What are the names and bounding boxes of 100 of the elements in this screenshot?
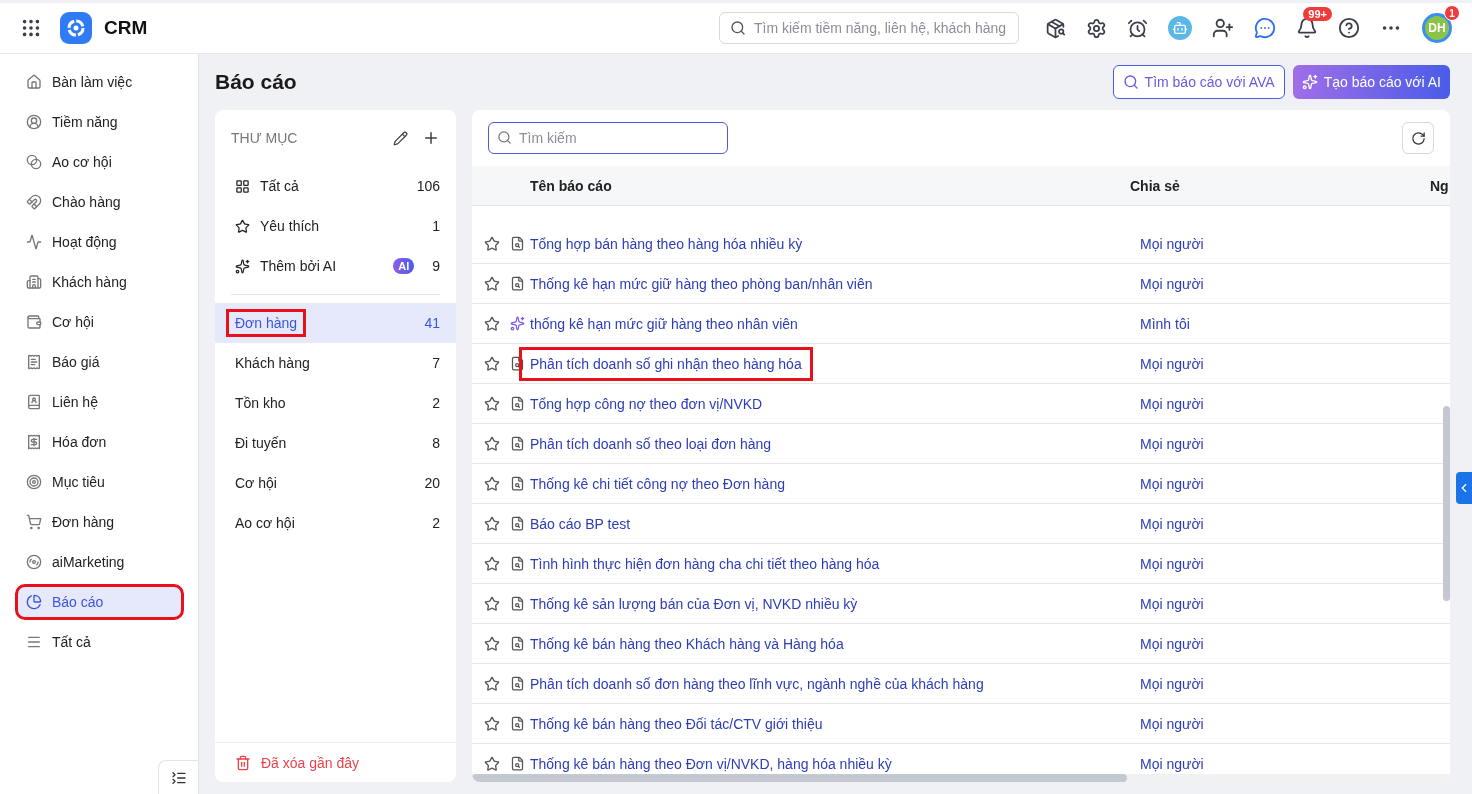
expand-panel-tab[interactable] xyxy=(1456,472,1472,504)
sidebar-item[interactable]: Cơ hội xyxy=(17,306,182,338)
sidebar-item[interactable]: Hoạt động xyxy=(17,226,182,258)
favorite-star-icon[interactable] xyxy=(484,435,500,452)
folder-item[interactable]: Yêu thích 1 xyxy=(215,206,456,246)
folder-item[interactable]: Tất cả 106 xyxy=(215,166,456,206)
report-icon xyxy=(510,435,525,451)
building-icon xyxy=(26,274,42,290)
scrollbar-thumb[interactable] xyxy=(472,774,1127,782)
favorite-star-icon[interactable] xyxy=(484,555,500,572)
report-name-link[interactable]: Phân tích doanh số theo loại đơn hàng xyxy=(522,429,780,458)
sidebar-item[interactable]: aiMarketing xyxy=(17,546,182,578)
sparkle-icon xyxy=(510,315,525,331)
share-cell-text: Mọi người xyxy=(1139,355,1205,372)
report-icon xyxy=(510,235,525,251)
report-icon xyxy=(510,755,525,771)
settings-icon[interactable] xyxy=(1086,17,1107,39)
refresh-button[interactable] xyxy=(1402,122,1434,154)
user-circle-icon xyxy=(26,114,42,130)
report-name-link[interactable]: Báo cáo BP test xyxy=(522,509,639,538)
sidebar-item[interactable]: Khách hàng xyxy=(17,266,182,298)
app-launcher-icon[interactable] xyxy=(20,17,42,39)
receipt-icon xyxy=(26,354,42,370)
notification-bell-icon[interactable] xyxy=(1296,17,1318,39)
report-name-link[interactable]: Phân tích doanh số đơn hàng theo lĩnh vực, ngành nghề của khách hàng xyxy=(522,669,992,698)
report-name-link[interactable]: Thống kê chi tiết công nợ theo Đơn hàng xyxy=(522,469,793,498)
chat-icon[interactable] xyxy=(1254,17,1276,39)
sidebar-item[interactable]: Chào hàng xyxy=(17,186,182,218)
recently-deleted-link[interactable]: Đã xóa gần đây xyxy=(215,742,456,782)
menu-icon xyxy=(26,634,42,650)
report-icon xyxy=(510,275,525,291)
favorite-star-icon[interactable] xyxy=(484,395,500,412)
page-title: Báo cáo xyxy=(215,70,297,94)
favorite-star-icon[interactable] xyxy=(484,315,500,332)
folder-item[interactable]: Cơ hội 20 xyxy=(215,463,456,503)
report-name-link[interactable]: Thống kê bán hàng theo Đối tác/CTV giới thiệu xyxy=(522,709,831,738)
help-icon[interactable] xyxy=(1338,17,1360,39)
share-cell-text: Mọi người xyxy=(1139,235,1205,252)
search-icon xyxy=(730,20,746,36)
create-report-button[interactable]: Tạo báo cáo với AI xyxy=(1292,65,1450,99)
folder-item[interactable]: Thêm bởi AI AI 9 xyxy=(215,246,456,286)
report-name-link[interactable]: Thống kê sản lượng bán của Đơn vị, NVKD nhiều kỳ xyxy=(522,589,866,618)
report-search-field[interactable]: Tìm kiếm xyxy=(488,122,728,154)
sidebar-item[interactable]: Đơn hàng xyxy=(17,506,182,538)
share-cell-text: Mọi người xyxy=(1139,555,1205,572)
sparkle-icon xyxy=(235,258,250,274)
contact-book-icon xyxy=(26,394,42,410)
favorite-star-icon[interactable] xyxy=(484,715,500,732)
sidebar-item[interactable]: Hóa đơn xyxy=(17,426,182,458)
favorite-star-icon[interactable] xyxy=(484,595,500,612)
alarm-clock-icon[interactable] xyxy=(1127,17,1148,39)
report-name-link[interactable]: Thống kê bán hàng theo Khách hàng và Hàng hóa xyxy=(522,629,852,658)
favorite-star-icon[interactable] xyxy=(484,235,500,252)
target-icon xyxy=(26,474,42,490)
report-name-link[interactable]: Tổng hợp công nợ theo đơn vị/NVKD xyxy=(522,389,771,418)
search-report-button[interactable]: Tìm báo cáo với AVA xyxy=(1112,65,1285,99)
scrollbar-thumb[interactable] xyxy=(1443,406,1450,601)
sparkle-icon xyxy=(1301,74,1318,90)
sidebar-item[interactable]: Liên hệ xyxy=(17,386,182,418)
sidebar-item[interactable]: Báo cáo xyxy=(17,586,182,618)
app-name: CRM xyxy=(104,17,148,39)
report-name-link[interactable]: Thống kê hạn mức giữ hàng theo phòng ban/nhân viên xyxy=(522,269,881,298)
share-cell-text: Mọi người xyxy=(1139,275,1205,292)
report-name-link[interactable]: Thống kê bán hàng theo Đơn vị/NVKD, hàng hóa nhiều kỳ xyxy=(522,749,900,774)
folder-item[interactable]: Khách hàng 7 xyxy=(215,343,456,383)
report-name-link[interactable]: Phân tích doanh số ghi nhận theo hàng hóa xyxy=(522,349,810,378)
edit-icon[interactable] xyxy=(393,130,408,146)
collapse-sidebar-icon[interactable] xyxy=(158,760,198,794)
folder-item[interactable]: Ao cơ hội 2 xyxy=(215,503,456,543)
sidebar-item[interactable]: Tất cả xyxy=(17,626,182,658)
report-icon xyxy=(510,515,525,531)
column-header: Tên báo cáo xyxy=(530,177,613,194)
favorite-star-icon[interactable] xyxy=(484,635,500,652)
favorite-star-icon[interactable] xyxy=(484,755,500,772)
sidebar-item[interactable]: Tiềm năng xyxy=(17,106,182,138)
favorite-star-icon[interactable] xyxy=(484,475,500,492)
folder-item[interactable]: Đi tuyến 8 xyxy=(215,423,456,463)
favorite-star-icon[interactable] xyxy=(484,515,500,532)
add-icon[interactable] xyxy=(422,129,440,147)
report-name-link[interactable]: Tổng hợp bán hàng theo hàng hóa nhiều kỳ xyxy=(522,229,811,258)
sidebar-item[interactable]: Báo giá xyxy=(17,346,182,378)
collapse-icon xyxy=(170,769,187,786)
favorite-star-icon[interactable] xyxy=(484,675,500,692)
sidebar-item[interactable]: Mục tiêu xyxy=(17,466,182,498)
global-search-field[interactable]: Tìm kiếm tiềm năng, liên hệ, khách hàng xyxy=(719,12,1019,44)
sidebar-item[interactable]: Ao cơ hội xyxy=(17,146,182,178)
package-search-icon[interactable] xyxy=(1045,17,1066,39)
refresh-icon xyxy=(1410,130,1426,146)
folder-item[interactable]: Đơn hàng 41 xyxy=(215,303,456,343)
favorite-star-icon[interactable] xyxy=(484,275,500,292)
share-cell-text: Mọi người xyxy=(1139,755,1205,772)
user-plus-icon[interactable] xyxy=(1212,17,1234,39)
folder-item[interactable]: Tồn kho 2 xyxy=(215,383,456,423)
sidebar-item[interactable]: Bàn làm việc xyxy=(17,66,182,98)
report-name-link[interactable]: thống kê hạn mức giữ hàng theo nhân viên xyxy=(522,309,806,338)
report-name-link[interactable]: Tình hình thực hiện đơn hàng cha chi tiết theo hàng hóa xyxy=(522,549,888,578)
favorite-star-icon[interactable] xyxy=(484,355,500,372)
report-icon xyxy=(510,475,525,491)
report-icon xyxy=(510,635,525,651)
search-icon xyxy=(497,130,512,145)
